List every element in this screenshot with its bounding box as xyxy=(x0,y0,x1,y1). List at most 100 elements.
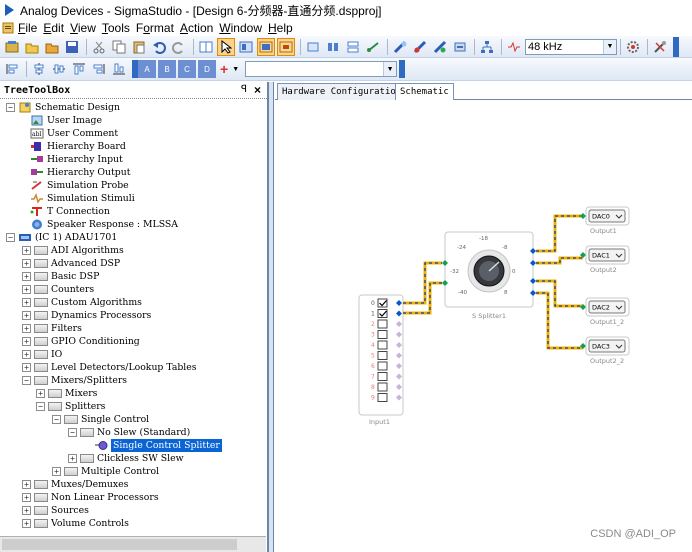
input-channel-checkbox[interactable] xyxy=(377,393,388,402)
document-icon[interactable] xyxy=(2,22,14,34)
chevron-down-icon[interactable]: ▼ xyxy=(383,62,397,76)
panel-splitter[interactable] xyxy=(268,82,274,552)
tools-icon[interactable] xyxy=(651,38,669,56)
expand-icon[interactable]: + xyxy=(22,337,31,346)
expand-icon[interactable]: + xyxy=(22,298,31,307)
menu-action[interactable]: Action xyxy=(180,21,213,35)
paste-icon[interactable] xyxy=(130,38,148,56)
tree-node-schematic-item[interactable]: Simulation Probe xyxy=(30,179,129,192)
style-a-icon[interactable]: A xyxy=(138,60,156,78)
menu-tools[interactable]: Tools xyxy=(102,21,130,35)
tree-node-single-control-splitter[interactable]: Single Control Splitter xyxy=(94,439,222,452)
menu-edit[interactable]: Edit xyxy=(43,21,64,35)
horizontal-scrollbar[interactable] xyxy=(0,536,266,552)
tree-node-ic[interactable]: − (IC 1) ADAU1701 xyxy=(6,231,117,244)
open-recent-icon[interactable] xyxy=(43,38,61,56)
pin-icon[interactable]: ꟼ xyxy=(241,84,247,95)
tree-node-category[interactable]: + Counters xyxy=(22,283,94,296)
link-icon[interactable] xyxy=(364,38,382,56)
tree-node-schematic-item[interactable]: abl User Comment xyxy=(30,127,118,140)
style-c-icon[interactable]: C xyxy=(178,60,196,78)
tree-node-mixers[interactable]: + Mixers xyxy=(36,387,97,400)
menu-file[interactable]: File xyxy=(18,21,37,35)
tab-hardware-configuration[interactable]: Hardware Configuration xyxy=(277,83,407,100)
input-channel-checkbox[interactable] xyxy=(377,319,388,329)
tree-node-category[interactable]: + ADI Algorithms xyxy=(22,244,124,257)
tree-node-category[interactable]: − Mixers/Splitters xyxy=(22,374,127,387)
collapse-icon[interactable]: − xyxy=(22,376,31,385)
input-channel-checkbox[interactable] xyxy=(377,382,388,392)
open-icon[interactable] xyxy=(23,38,41,56)
align-middle-icon[interactable] xyxy=(50,60,68,78)
tree-node-category[interactable]: + IO xyxy=(22,348,62,361)
save-icon[interactable] xyxy=(63,38,81,56)
copy-block-icon[interactable] xyxy=(304,38,322,56)
expand-icon[interactable]: + xyxy=(52,467,61,476)
style-b-icon[interactable]: B xyxy=(158,60,176,78)
tree-node-schematic-item[interactable]: Simulation Stimuli xyxy=(30,192,135,205)
collapse-icon[interactable]: − xyxy=(36,402,45,411)
style-d-icon[interactable]: D xyxy=(198,60,216,78)
input-channel-checkbox[interactable] xyxy=(377,361,388,371)
copy-icon[interactable] xyxy=(110,38,128,56)
collapse-icon[interactable]: − xyxy=(52,415,61,424)
menu-format[interactable]: Format xyxy=(136,21,174,35)
bus-icon[interactable] xyxy=(451,38,469,56)
scrollbar-thumb[interactable] xyxy=(2,539,237,550)
collapse-icon[interactable]: − xyxy=(6,103,15,112)
align-top-icon[interactable] xyxy=(70,60,88,78)
cut-icon[interactable] xyxy=(90,38,108,56)
collapse-icon[interactable]: − xyxy=(68,428,77,437)
align-center-icon[interactable] xyxy=(30,60,48,78)
tree-node-category[interactable]: + Dynamics Processors xyxy=(22,309,151,322)
tree-node-schematic-item[interactable]: Hierarchy Output xyxy=(30,166,130,179)
tree-node-schematic-design[interactable]: − Schematic Design xyxy=(6,101,120,114)
tree-node-category[interactable]: + Level Detectors/Lookup Tables xyxy=(22,361,197,374)
input-channel-checkbox[interactable] xyxy=(377,351,388,360)
expand-icon[interactable]: + xyxy=(22,480,31,489)
link-compile-icon[interactable] xyxy=(411,38,429,56)
panel-icon[interactable] xyxy=(257,37,275,56)
menu-view[interactable]: View xyxy=(70,21,96,35)
toolbar-overflow-grip[interactable] xyxy=(399,60,406,78)
align-icon[interactable] xyxy=(324,38,342,56)
tree-node-multiple-control[interactable]: + Multiple Control xyxy=(52,465,159,478)
close-icon[interactable]: × xyxy=(254,83,261,97)
tab-schematic[interactable]: Schematic xyxy=(395,83,454,101)
input-channel-checkbox[interactable] xyxy=(377,330,388,339)
input-channel-checkbox[interactable] xyxy=(377,372,388,381)
tree-node-no-slew[interactable]: − No Slew (Standard) xyxy=(68,426,190,439)
expand-icon[interactable]: + xyxy=(22,493,31,502)
tree-node-category[interactable]: + GPIO Conditioning xyxy=(22,335,140,348)
redo-icon[interactable] xyxy=(170,38,188,56)
distribute-icon[interactable] xyxy=(344,38,362,56)
menu-window[interactable]: Window xyxy=(219,21,262,35)
expand-icon[interactable]: + xyxy=(22,506,31,515)
align-right-icon[interactable] xyxy=(90,60,108,78)
tree-node-schematic-item[interactable]: Hierarchy Input xyxy=(30,153,123,166)
schematic-canvas[interactable]: 0 1 2 3 4 5 6 7 8 9 Input1 -24 -18 -8 -32 0 -40 8 S Splitt… xyxy=(275,100,692,552)
window-icon[interactable] xyxy=(277,37,295,56)
compile-icon[interactable] xyxy=(391,38,409,56)
chevron-down-icon[interactable]: ▼ xyxy=(603,39,616,54)
tree-node-single-control[interactable]: − Single Control xyxy=(52,413,149,426)
layout-icon[interactable] xyxy=(237,38,255,56)
expand-icon[interactable]: + xyxy=(22,285,31,294)
toolbar-overflow-grip[interactable] xyxy=(673,36,679,57)
tree-node-category[interactable]: + Muxes/Demuxes xyxy=(22,478,128,491)
align-bottom-icon[interactable] xyxy=(110,60,128,78)
tree-node-schematic-item[interactable]: Hierarchy Board xyxy=(30,140,126,153)
new-project-icon[interactable] xyxy=(3,38,21,56)
tree-node-schematic-item[interactable]: Speaker Response : MLSSA xyxy=(30,218,178,231)
tree-node-category[interactable]: + Filters xyxy=(22,322,82,335)
pointer-tool-icon[interactable] xyxy=(217,37,235,56)
expand-icon[interactable]: + xyxy=(22,259,31,268)
hierarchy-icon[interactable] xyxy=(478,38,496,56)
input-channel-checkbox[interactable] xyxy=(377,340,388,350)
tree-node-category[interactable]: + Basic DSP xyxy=(22,270,99,283)
expand-icon[interactable]: + xyxy=(36,389,45,398)
expand-icon[interactable]: + xyxy=(22,519,31,528)
collapse-icon[interactable]: − xyxy=(6,233,15,242)
tree-node-category[interactable]: + Volume Controls xyxy=(22,517,129,530)
tree-node-category[interactable]: + Advanced DSP xyxy=(22,257,120,270)
